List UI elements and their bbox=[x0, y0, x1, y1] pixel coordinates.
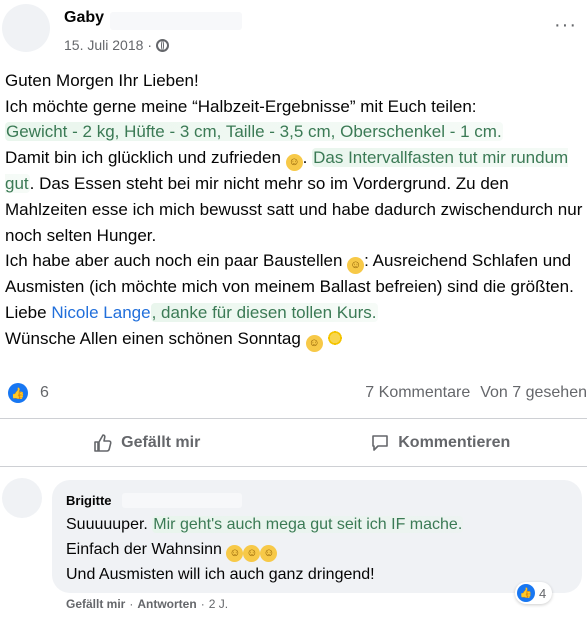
commenter-name[interactable]: Brigitte bbox=[66, 493, 112, 508]
comment-text: Einfach der Wahnsinn bbox=[66, 541, 222, 558]
divider bbox=[0, 466, 587, 467]
smiling-emoji-icon: ☺ bbox=[285, 154, 303, 172]
post-meta: 15. Juli 2018 · bbox=[64, 37, 170, 53]
comment-body: Suuuuuper. Mir geht's auch mega gut seit… bbox=[66, 512, 566, 587]
smiling-emoji-icon: ☺ bbox=[243, 545, 261, 562]
grinning-emoji-icon: ☺ bbox=[305, 334, 323, 352]
post-line: Gewicht - 2 kg, Hüfte - 3 cm, Taille - 3… bbox=[5, 119, 585, 145]
meta-separator: · bbox=[147, 37, 153, 53]
smiling-emoji-icon: ☺ bbox=[226, 545, 244, 562]
like-reaction-icon[interactable]: 👍 bbox=[8, 383, 28, 403]
post-stats: 👍 6 7 Kommentare Von 7 gesehen bbox=[8, 380, 587, 406]
separator: · bbox=[200, 597, 205, 611]
author-name[interactable]: Gaby bbox=[64, 9, 104, 27]
like-button-label: Gefällt mir bbox=[121, 434, 201, 451]
winking-emoji-icon: ☺ bbox=[347, 257, 365, 275]
stats-right: 7 Kommentare Von 7 gesehen bbox=[365, 384, 587, 402]
like-reaction-icon: 👍 bbox=[517, 584, 535, 602]
separator: · bbox=[129, 597, 134, 611]
author-name-redaction bbox=[110, 12, 242, 30]
post-line: Liebe Nicole Lange, danke für diesen tol… bbox=[5, 300, 585, 326]
post-paragraph: Ich habe aber auch noch ein paar Baustel… bbox=[5, 248, 585, 300]
post-text: . Das Essen steht bei mir nicht mehr so … bbox=[5, 174, 583, 245]
comment-text: Suuuuuper. bbox=[66, 516, 153, 533]
post-date[interactable]: 15. Juli 2018 bbox=[64, 37, 143, 53]
seen-count[interactable]: Von 7 gesehen bbox=[480, 384, 587, 402]
comment-line: Suuuuuper. Mir geht's auch mega gut seit… bbox=[66, 512, 566, 537]
comment-time[interactable]: 2 J. bbox=[209, 597, 228, 611]
like-button[interactable]: Gefällt mir bbox=[0, 424, 294, 462]
post-text: Wünsche Allen einen schönen Sonntag bbox=[5, 328, 301, 348]
comment-actions: Gefällt mir · Antworten · 2 J. bbox=[66, 597, 228, 611]
globe-icon[interactable] bbox=[156, 38, 170, 52]
post-line: Wünsche Allen einen schönen Sonntag ☺ bbox=[5, 326, 585, 352]
post-text: Liebe bbox=[5, 302, 52, 322]
speech-bubble-icon bbox=[372, 435, 389, 451]
smiling-emoji-icon: ☺ bbox=[260, 545, 278, 562]
highlighted-text: , danke für diesen tollen Kurs. bbox=[150, 302, 378, 322]
mention-link[interactable]: Nicole Lange bbox=[51, 303, 150, 322]
post-text: Damit bin ich glücklich und zufrieden bbox=[5, 148, 281, 168]
comment-button[interactable]: Kommentieren bbox=[294, 424, 587, 462]
highlighted-text: Mir geht's auch mega gut seit ich IF mac… bbox=[152, 516, 464, 533]
thumbs-up-icon bbox=[94, 434, 112, 452]
reaction-count[interactable]: 6 bbox=[40, 384, 49, 402]
more-options-icon[interactable]: ··· bbox=[554, 15, 577, 35]
comment-like-link[interactable]: Gefällt mir bbox=[66, 597, 125, 611]
comment-line: Einfach der Wahnsinn ☺ ☺ ☺ bbox=[66, 537, 566, 562]
comment-count[interactable]: 7 Kommentare bbox=[365, 384, 470, 402]
comment-reply-link[interactable]: Antworten bbox=[137, 597, 196, 611]
post-line: Guten Morgen Ihr Lieben! bbox=[5, 71, 199, 90]
sun-emoji-icon bbox=[327, 329, 344, 346]
post-body: Guten Morgen Ihr Lieben! Ich möchte gern… bbox=[5, 68, 585, 352]
comment-button-label: Kommentieren bbox=[398, 434, 511, 451]
commenter-avatar[interactable] bbox=[2, 478, 42, 518]
highlighted-text: Gewicht - 2 kg, Hüfte - 3 cm, Taille - 3… bbox=[5, 122, 503, 142]
comment-line: Und Ausmisten will ich auch ganz dringen… bbox=[66, 566, 375, 583]
post-actions: Gefällt mir Kommentieren bbox=[0, 424, 587, 462]
commenter-name-redaction bbox=[122, 493, 242, 508]
comment-reaction-count: 4 bbox=[539, 585, 547, 601]
post-text: Ich habe aber auch noch ein paar Baustel… bbox=[5, 251, 343, 271]
comment-reactions[interactable]: 👍 4 bbox=[515, 582, 553, 604]
post-line: Ich möchte gerne meine “Halbzeit-Ergebni… bbox=[5, 96, 477, 116]
divider bbox=[0, 418, 587, 419]
post-paragraph: Damit bin ich glücklich und zufrieden ☺.… bbox=[5, 148, 583, 245]
author-avatar[interactable] bbox=[2, 4, 50, 52]
